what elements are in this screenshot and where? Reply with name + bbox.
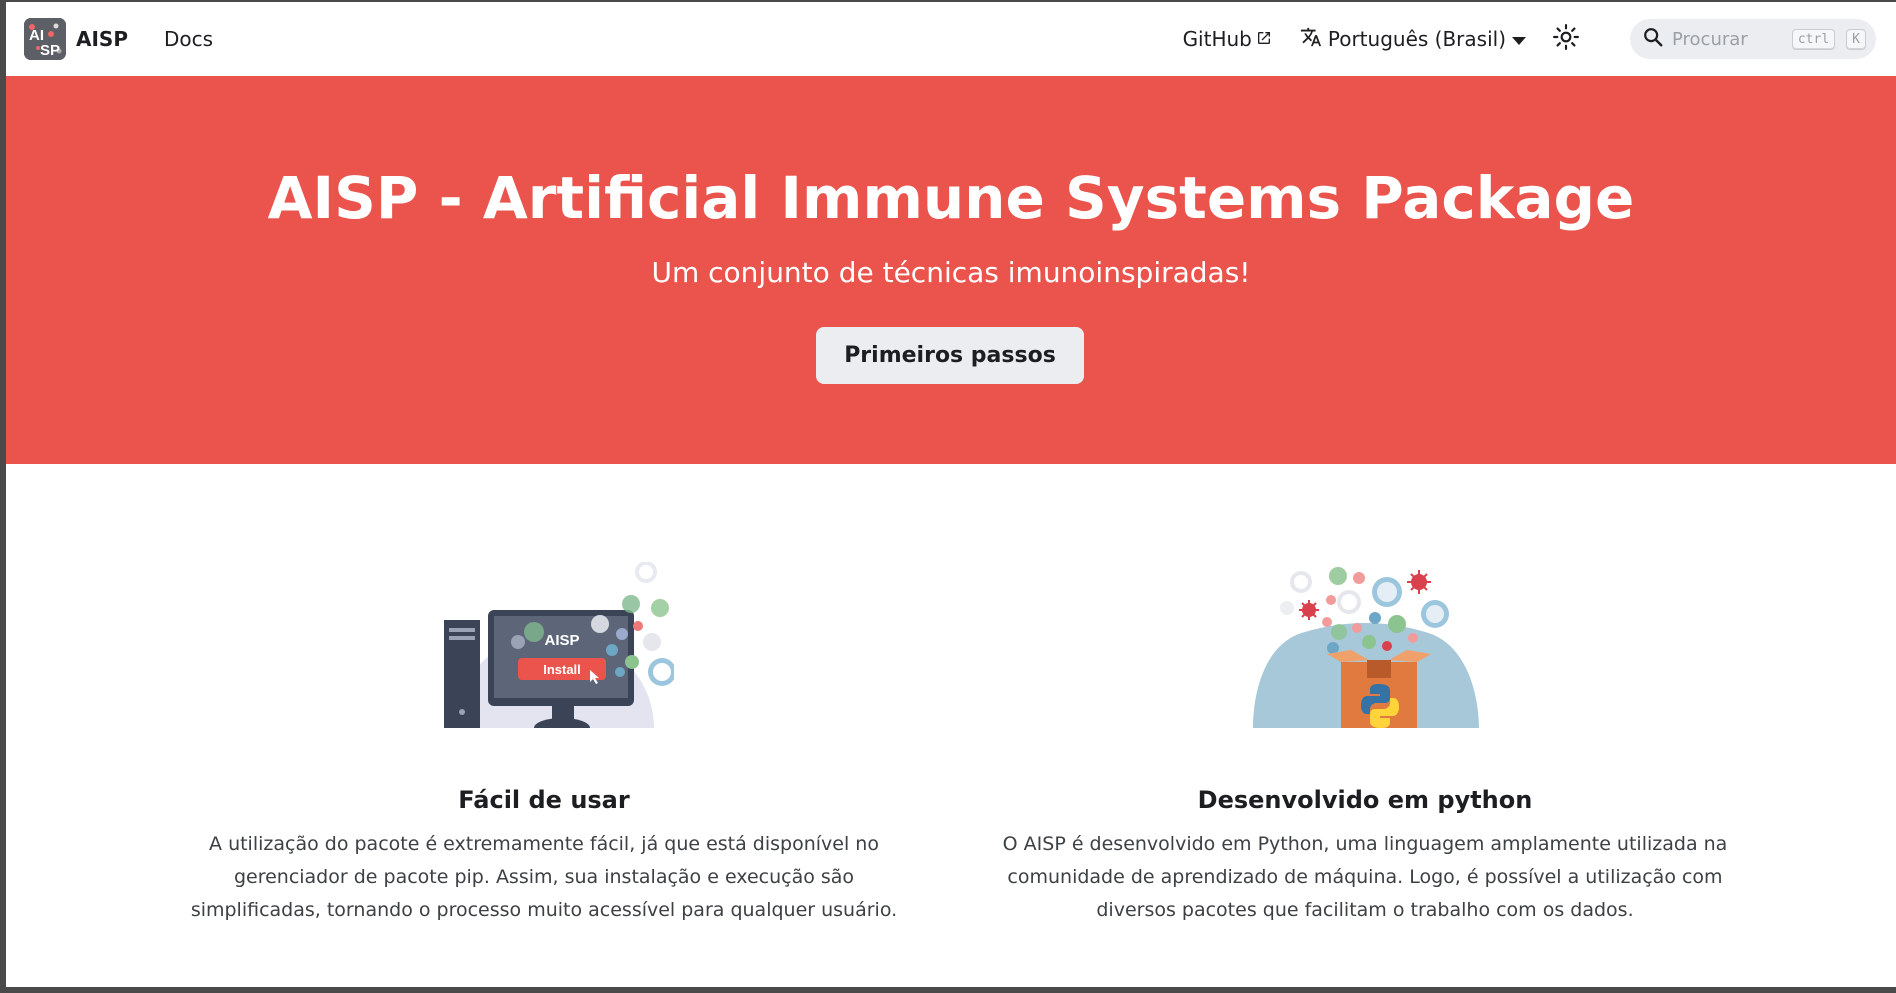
illustration-aisp-text: AISP <box>544 632 579 649</box>
virus-icon <box>1407 570 1431 594</box>
page: AI SP AISP Docs GitHub Português (Brasil… <box>6 2 1896 987</box>
feature-python: Desenvolvido em python O AISP é desenvol… <box>995 562 1735 927</box>
nav-docs-link[interactable]: Docs <box>164 27 213 51</box>
hero-title: AISP - Artificial Immune Systems Package <box>267 164 1635 232</box>
language-dropdown[interactable]: Português (Brasil) <box>1300 26 1526 53</box>
brand-title[interactable]: AISP <box>76 27 128 51</box>
feature-description: A utilização do pacote é extremamente fá… <box>190 833 898 921</box>
translate-icon <box>1300 26 1322 53</box>
aisp-logo[interactable]: AI SP <box>24 18 66 60</box>
external-link-icon <box>1256 27 1272 51</box>
shortcut-k-key: K <box>1846 28 1866 50</box>
getting-started-button[interactable]: Primeiros passos <box>816 327 1084 384</box>
svg-text:SP: SP <box>40 42 60 59</box>
feature-title: Desenvolvido em python <box>1197 786 1533 814</box>
feature-title: Fácil de usar <box>458 786 630 814</box>
feature-description: O AISP é desenvolvido em Python, uma lin… <box>1002 833 1728 921</box>
theme-toggle-button[interactable] <box>1548 21 1584 57</box>
computer-install-illustration: AISP Install <box>444 562 674 728</box>
language-label: Português (Brasil) <box>1327 27 1506 51</box>
navbar: AI SP AISP Docs GitHub Português (Brasil… <box>6 2 1896 76</box>
hero-subtitle: Um conjunto de técnicas imunoinspiradas! <box>651 256 1251 289</box>
hero-banner: AISP - Artificial Immune Systems Package… <box>6 76 1896 464</box>
github-label: GitHub <box>1182 27 1252 51</box>
illustration-install-text: Install <box>543 662 581 677</box>
nav-github-link[interactable]: GitHub <box>1183 27 1272 51</box>
chevron-down-icon <box>1512 27 1526 51</box>
search-bar[interactable]: Procurar ctrl K <box>1630 19 1876 59</box>
search-icon <box>1642 26 1664 52</box>
python-package-illustration <box>1253 567 1479 728</box>
shortcut-ctrl-key: ctrl <box>1791 28 1836 50</box>
feature-easy-to-use: AISP Install Fácil de usar A utilização … <box>174 562 914 927</box>
search-placeholder: Procurar <box>1672 28 1748 50</box>
virus-icon-small <box>1299 600 1319 620</box>
sun-icon <box>1553 24 1579 54</box>
